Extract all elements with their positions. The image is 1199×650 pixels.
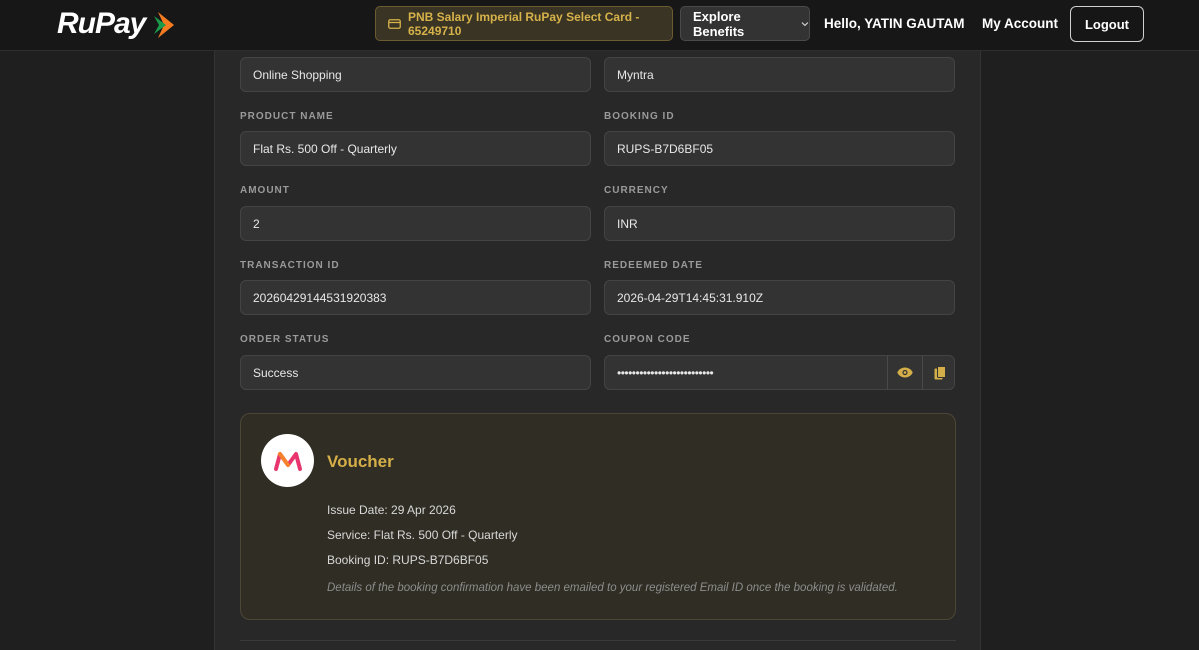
currency-field[interactable]: INR bbox=[604, 206, 955, 241]
rupay-flag-icon bbox=[154, 12, 174, 38]
redeemed-date-field[interactable]: 2026-04-29T14:45:31.910Z bbox=[604, 280, 955, 315]
brand-field[interactable]: Myntra bbox=[604, 57, 955, 92]
selected-card-label: PNB Salary Imperial RuPay Select Card - … bbox=[408, 9, 640, 38]
voucher-card: Voucher Issue Date: 29 Apr 2026 Service:… bbox=[240, 413, 956, 620]
redeemed-date-label: REDEEMED DATE bbox=[604, 260, 703, 271]
voucher-service: Service: Flat Rs. 500 Off - Quarterly bbox=[327, 528, 518, 542]
my-account-link[interactable]: My Account bbox=[982, 16, 1058, 31]
currency-label: CURRENCY bbox=[604, 185, 669, 196]
user-greeting: Hello, YATIN GAUTAM bbox=[824, 16, 965, 31]
myntra-logo bbox=[261, 434, 314, 487]
booking-id-field[interactable]: RUPS-B7D6BF05 bbox=[604, 131, 955, 166]
myntra-m-icon bbox=[273, 451, 302, 471]
order-status-field[interactable]: Success bbox=[240, 355, 591, 390]
top-navigation-bar: RuPay PNB Salary Imperial RuPay Select C… bbox=[0, 0, 1199, 51]
voucher-note: Details of the booking confirmation have… bbox=[327, 582, 898, 594]
explore-benefits-label: Explore Benefits bbox=[693, 8, 745, 39]
transaction-id-label: TRANSACTION ID bbox=[240, 260, 340, 271]
booking-details-panel: Online Shopping Myntra PRODUCT NAME Flat… bbox=[214, 51, 981, 650]
explore-benefits-dropdown[interactable]: Explore Benefits bbox=[680, 6, 810, 41]
credit-card-icon bbox=[388, 18, 401, 29]
category-field[interactable]: Online Shopping bbox=[240, 57, 591, 92]
amount-field[interactable]: 2 bbox=[240, 206, 591, 241]
eye-icon bbox=[896, 367, 913, 378]
copy-icon bbox=[934, 365, 946, 379]
order-status-label: ORDER STATUS bbox=[240, 334, 330, 345]
voucher-booking-id: Booking ID: RUPS-B7D6BF05 bbox=[327, 553, 489, 567]
selected-card-button[interactable]: PNB Salary Imperial RuPay Select Card - … bbox=[375, 6, 673, 41]
show-coupon-button[interactable] bbox=[887, 356, 921, 389]
voucher-issue-date: Issue Date: 29 Apr 2026 bbox=[327, 503, 456, 517]
booking-id-label: BOOKING ID bbox=[604, 111, 675, 122]
amount-label: AMOUNT bbox=[240, 185, 290, 196]
logout-button[interactable]: Logout bbox=[1070, 6, 1144, 42]
product-name-field[interactable]: Flat Rs. 500 Off - Quarterly bbox=[240, 131, 591, 166]
transaction-id-field[interactable]: 20260429144531920383 bbox=[240, 280, 591, 315]
copy-coupon-button[interactable] bbox=[922, 356, 954, 389]
coupon-code-masked-value: •••••••••••••••••••••••••• bbox=[617, 366, 714, 380]
chevron-down-icon bbox=[801, 21, 809, 26]
coupon-code-label: COUPON CODE bbox=[604, 334, 691, 345]
voucher-title: Voucher bbox=[327, 452, 394, 471]
logo-text: RuPay bbox=[57, 7, 146, 40]
rupay-logo[interactable]: RuPay bbox=[57, 8, 182, 40]
coupon-code-field[interactable]: •••••••••••••••••••••••••• bbox=[604, 355, 955, 390]
product-name-label: PRODUCT NAME bbox=[240, 111, 334, 122]
section-divider bbox=[240, 640, 956, 641]
